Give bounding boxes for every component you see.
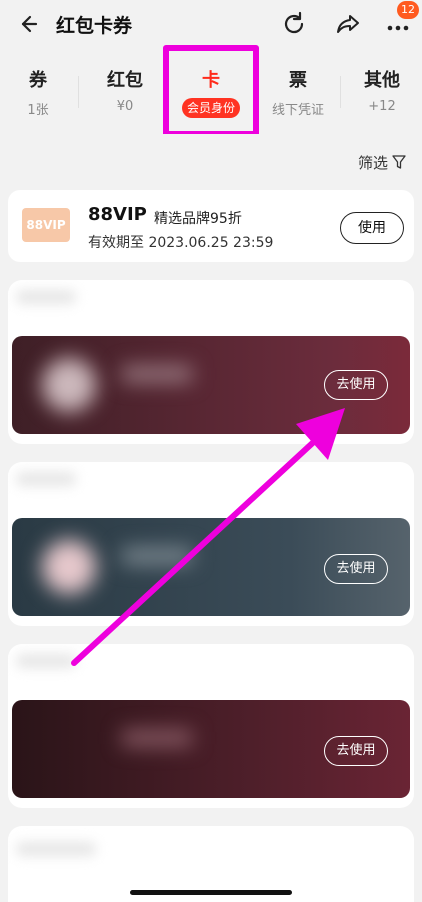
- tab-label: 券: [29, 70, 47, 91]
- card-text-blurred: [122, 730, 192, 746]
- card-text-blurred: [122, 548, 192, 564]
- tab-sub: 1张: [27, 103, 49, 118]
- card-logo-blurred: [42, 540, 96, 594]
- card-header-blurred: [16, 290, 76, 304]
- card-header-blurred: [16, 472, 76, 486]
- vip-membership-card[interactable]: 88VIP 88VIP 精选品牌95折 有效期至 2023.06.25 23:5…: [8, 190, 414, 262]
- tab-divider: [78, 76, 79, 108]
- notification-badge: 12: [397, 1, 419, 19]
- go-use-button[interactable]: 去使用: [324, 554, 388, 584]
- tab-coupon[interactable]: 券 1张: [0, 50, 76, 130]
- membership-card[interactable]: 去使用: [8, 462, 414, 626]
- tab-sub: 线下凭证: [271, 103, 324, 118]
- card-header-blurred: [16, 842, 96, 856]
- membership-card[interactable]: 去使用: [8, 280, 414, 444]
- home-indicator: [130, 890, 292, 895]
- tab-sub: ¥0: [116, 99, 134, 114]
- card-logo-blurred: [42, 358, 96, 412]
- go-use-button[interactable]: 去使用: [324, 370, 388, 400]
- tab-sub: +12: [368, 99, 396, 114]
- vip-validity: 有效期至 2023.06.25 23:59: [88, 235, 274, 251]
- go-use-button[interactable]: 去使用: [324, 736, 388, 766]
- annotation-highlight-box: [163, 45, 259, 137]
- tab-divider: [340, 76, 341, 108]
- use-button[interactable]: 使用: [340, 212, 404, 244]
- tab-ticket[interactable]: 票 线下凭证: [256, 50, 340, 130]
- top-bar: 红包卡券 12: [0, 0, 422, 48]
- filter-label: 筛选: [357, 154, 388, 172]
- card-header-blurred: [16, 654, 76, 668]
- refresh-icon[interactable]: [280, 10, 308, 38]
- vip-name: 88VIP: [88, 204, 147, 225]
- tab-other[interactable]: 其他 +12: [342, 50, 422, 130]
- tab-label: 其他: [364, 70, 400, 91]
- filter-funnel-icon: [392, 155, 406, 169]
- back-arrow-icon[interactable]: [12, 10, 40, 38]
- vip-logo: 88VIP: [22, 208, 70, 242]
- watermark: Bai 经验: [306, 849, 361, 865]
- page-title: 红包卡券: [56, 15, 133, 37]
- card-text-blurred: [122, 366, 192, 382]
- filter-button[interactable]: 筛选: [358, 152, 406, 173]
- share-icon[interactable]: [334, 10, 362, 38]
- membership-card[interactable]: 去使用: [8, 644, 414, 808]
- tab-label: 红包: [107, 70, 143, 91]
- vip-description: 精选品牌95折: [154, 211, 242, 227]
- tab-red-packet[interactable]: 红包 ¥0: [84, 50, 166, 130]
- tab-label: 票: [289, 70, 307, 91]
